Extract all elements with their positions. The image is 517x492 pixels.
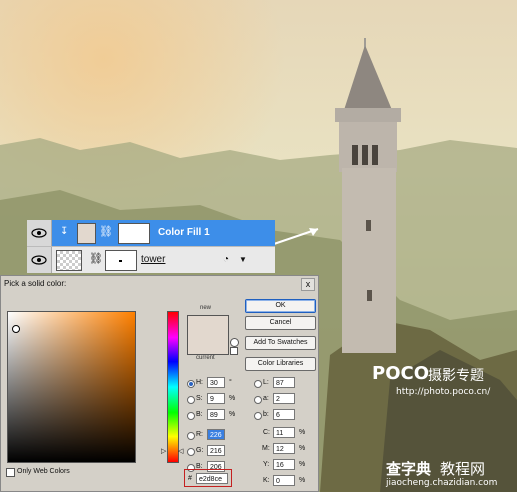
b-field[interactable]: 89 [207, 409, 225, 420]
b-unit: % [229, 411, 236, 418]
hue-slider[interactable] [167, 311, 179, 463]
color-marker[interactable] [12, 325, 20, 333]
color-swatch [187, 315, 229, 355]
color-field[interactable] [7, 311, 136, 463]
gamut-warning-icon[interactable] [230, 338, 239, 347]
radio-g[interactable] [187, 448, 195, 456]
a-field[interactable]: 2 [273, 393, 295, 404]
k-label: K: [263, 477, 270, 484]
lab-b-field[interactable]: 6 [273, 409, 295, 420]
b-label: B: [196, 411, 203, 418]
hue-arrow-icon[interactable]: ▷ [161, 447, 166, 455]
close-icon[interactable]: x [301, 278, 315, 291]
m-field[interactable]: 12 [273, 443, 295, 454]
h-field[interactable]: 30 [207, 377, 225, 388]
m-label: M: [262, 445, 270, 452]
layer-name: tower [141, 254, 166, 265]
watermark-brand: POCO [372, 363, 430, 384]
layer-color-fill[interactable]: ↧ ⛓ Color Fill 1 [27, 220, 275, 246]
radio-r[interactable] [187, 432, 195, 440]
k-field[interactable]: 0 [273, 475, 295, 486]
only-web-colors-label: Only Web Colors [17, 468, 70, 475]
radio-a[interactable] [254, 396, 262, 404]
color-picker-dialog: Pick a solid color: x ▷ ◁ new current OK… [0, 275, 319, 492]
watermark-site-url: jiaocheng.chazidian.com [386, 478, 498, 488]
r-field[interactable]: 226 [207, 429, 225, 440]
effects-icon[interactable]: ◔ [223, 254, 229, 265]
radio-lab-b[interactable] [254, 412, 262, 420]
g-field[interactable]: 216 [207, 445, 225, 456]
watermark-site-cn: 查字典 [386, 460, 432, 478]
l-label: L: [263, 379, 269, 386]
y-unit: % [299, 461, 306, 468]
hex-field[interactable]: e2d8ce [196, 473, 228, 484]
only-web-colors-checkbox[interactable] [6, 468, 15, 477]
radio-s[interactable] [187, 396, 195, 404]
cancel-button[interactable]: Cancel [245, 316, 316, 330]
fill-thumbnail [77, 223, 96, 244]
transparent-thumbnail [56, 250, 82, 271]
radio-b[interactable] [187, 412, 195, 420]
a-label: a: [263, 395, 269, 402]
mask-thumbnail [118, 223, 150, 244]
c-unit: % [299, 429, 306, 436]
h-label: H: [196, 379, 203, 386]
y-label: Y: [263, 461, 270, 468]
layer-tower[interactable]: ⛓ tower ◔ ▼ [27, 246, 275, 273]
h-unit: ° [229, 379, 232, 386]
c-field[interactable]: 11 [273, 427, 295, 438]
link-chain-icon: ⛓ [99, 226, 113, 238]
current-label: current [196, 355, 215, 361]
add-to-swatches-button[interactable]: Add To Swatches [245, 336, 316, 350]
new-label: new [200, 305, 212, 311]
layers-panel: ↧ ⛓ Color Fill 1 ⛓ tower ◔ ▼ [27, 220, 275, 273]
s-label: S: [196, 395, 203, 402]
hex-label: # [188, 475, 192, 482]
lab-b-label: b: [263, 411, 269, 418]
k-unit: % [299, 477, 306, 484]
visibility-eye-icon[interactable] [27, 247, 52, 273]
clip-arrow-icon: ↧ [60, 226, 69, 237]
y-field[interactable]: 16 [273, 459, 295, 470]
hue-arrow-icon[interactable]: ◁ [178, 447, 183, 455]
radio-h[interactable] [187, 380, 195, 388]
link-chain-icon: ⛓ [89, 253, 103, 265]
web-safe-icon[interactable] [230, 347, 238, 355]
ok-button[interactable]: OK [245, 299, 316, 313]
r-label: R: [196, 431, 203, 438]
m-unit: % [299, 445, 306, 452]
l-field[interactable]: 87 [273, 377, 295, 388]
watermark-url: http://photo.poco.cn/ [396, 387, 491, 397]
color-libraries-button[interactable]: Color Libraries [245, 357, 316, 371]
chevron-down-icon[interactable]: ▼ [239, 255, 247, 264]
s-unit: % [229, 395, 236, 402]
dialog-title: Pick a solid color: [4, 279, 67, 288]
g-label: G: [196, 447, 204, 454]
watermark-site-cn2: 教程网 [440, 460, 486, 478]
s-field[interactable]: 9 [207, 393, 225, 404]
visibility-eye-icon[interactable] [27, 220, 52, 246]
radio-l[interactable] [254, 380, 262, 388]
layer-name: Color Fill 1 [158, 227, 210, 238]
mask-thumbnail [105, 250, 137, 271]
c-label: C: [263, 429, 270, 436]
watermark-brand-cn: 摄影专题 [428, 368, 484, 384]
